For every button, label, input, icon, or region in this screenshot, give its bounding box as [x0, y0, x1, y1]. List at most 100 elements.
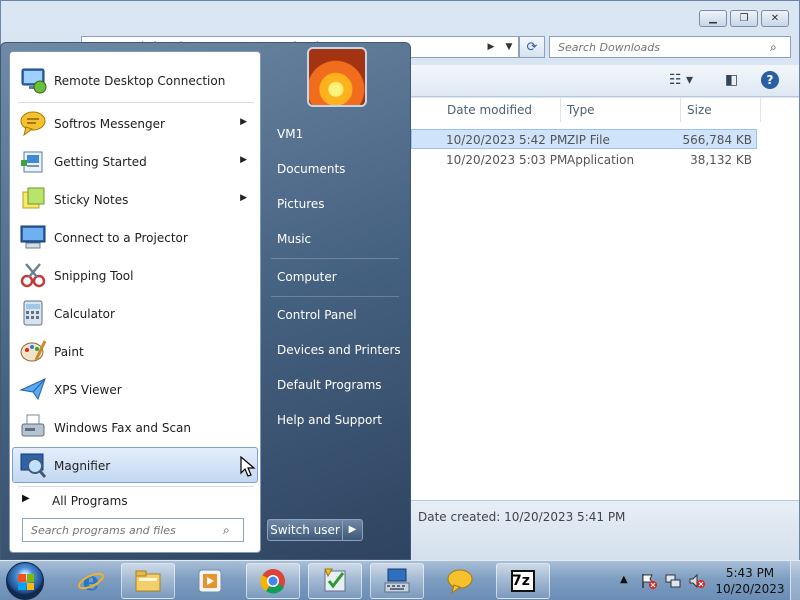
start-search-input[interactable]	[31, 523, 223, 537]
minimize-button[interactable]: ▁	[699, 10, 727, 27]
start-menu-programs-pane: Remote Desktop Connection Softros Messen…	[9, 51, 261, 553]
file-size: 38,132 KB	[690, 153, 752, 167]
chevron-right-icon: ▶	[348, 524, 357, 535]
link-user-folder[interactable]: VM1	[267, 119, 405, 149]
column-size[interactable]: Size	[681, 98, 761, 122]
all-programs-label: All Programs	[52, 494, 128, 508]
program-label: Softros Messenger	[54, 117, 165, 131]
date-created-value: 10/20/2023 5:41 PM	[504, 510, 626, 524]
mouse-cursor-icon	[240, 456, 256, 477]
messenger-icon	[17, 107, 49, 139]
date-created: Date created: 10/20/2023 5:41 PM	[418, 510, 625, 524]
program-xps-viewer[interactable]: XPS Viewer	[12, 371, 258, 407]
network-icon[interactable]	[664, 572, 682, 590]
svg-text:e: e	[83, 567, 100, 596]
taskbar-remote-keyboard[interactable]	[370, 563, 424, 599]
program-sticky-notes[interactable]: Sticky Notes ▶	[12, 181, 258, 217]
link-devices-printers[interactable]: Devices and Printers	[267, 335, 405, 365]
show-hidden-icons-icon[interactable]: ▲	[620, 574, 628, 585]
file-row[interactable]: 10/20/2023 5:03 PM Application 38,132 KB	[411, 150, 757, 170]
explorer-search-box[interactable]: ⌕	[549, 36, 791, 58]
program-label: Connect to a Projector	[54, 231, 188, 245]
link-documents[interactable]: Documents	[267, 154, 405, 184]
file-size: 566,784 KB	[682, 133, 752, 147]
chevron-right-icon: ▶	[487, 42, 495, 52]
program-paint[interactable]: Paint	[12, 333, 258, 369]
remote-keyboard-icon	[384, 568, 410, 593]
switch-user-button[interactable]: Switch user	[267, 519, 343, 541]
submenu-arrow-icon: ▶	[240, 117, 247, 127]
refresh-icon: ⟳	[526, 39, 538, 55]
window-controls: ▁ ❐ ✕	[699, 10, 789, 27]
program-label: Magnifier	[54, 459, 111, 473]
explorer-search-input[interactable]	[558, 40, 770, 54]
windows-logo-icon	[18, 574, 34, 590]
all-programs-button[interactable]: ▶ All Programs	[12, 488, 258, 514]
remote-desktop-icon	[17, 64, 49, 96]
link-computer[interactable]: Computer	[267, 262, 405, 292]
taskbar-chrome[interactable]	[246, 563, 300, 599]
refresh-button[interactable]: ⟳	[519, 36, 545, 58]
submenu-arrow-icon: ▶	[240, 193, 247, 203]
show-desktop-button[interactable]	[790, 561, 800, 600]
view-options-icon[interactable]: ☷ ▾	[669, 72, 693, 88]
column-type[interactable]: Type	[561, 98, 681, 122]
user-picture[interactable]	[307, 47, 367, 107]
taskbar-internet-explorer[interactable]: e	[64, 563, 118, 599]
program-label: Getting Started	[54, 155, 147, 169]
system-clock[interactable]: 5:43 PM 10/20/2023	[714, 565, 786, 597]
help-icon[interactable]: ?	[761, 71, 779, 89]
sticky-notes-icon	[17, 183, 49, 215]
link-help-support[interactable]: Help and Support	[267, 405, 405, 435]
action-center-flag-icon[interactable]	[640, 572, 658, 590]
internet-explorer-icon: e	[78, 567, 104, 596]
address-dropdown-icon[interactable]: ▼	[500, 42, 518, 52]
program-fax-scan[interactable]: Windows Fax and Scan	[12, 409, 258, 445]
file-type: Application	[567, 153, 635, 167]
7zip-label: 7z	[512, 573, 530, 589]
snipping-tool-icon	[17, 259, 49, 291]
xps-viewer-icon	[17, 373, 49, 405]
program-label: Calculator	[54, 307, 115, 321]
program-calculator[interactable]: Calculator	[12, 295, 258, 331]
close-button[interactable]: ✕	[761, 10, 789, 27]
program-remote-desktop[interactable]: Remote Desktop Connection	[12, 62, 258, 98]
taskbar-media-player[interactable]	[183, 563, 237, 599]
program-getting-started[interactable]: Getting Started ▶	[12, 143, 258, 179]
volume-muted-icon[interactable]	[688, 572, 706, 590]
link-control-panel[interactable]: Control Panel	[267, 300, 405, 330]
projector-icon	[17, 221, 49, 253]
paint-icon	[17, 335, 49, 367]
messenger-icon	[447, 569, 473, 595]
start-search-box[interactable]: ⌕	[22, 518, 244, 542]
shutdown-options-button[interactable]: ▶	[343, 519, 363, 541]
link-music[interactable]: Music	[267, 224, 405, 254]
file-explorer-icon	[135, 570, 161, 592]
taskbar-task-checklist[interactable]	[308, 563, 362, 599]
program-softros-messenger[interactable]: Softros Messenger ▶	[12, 105, 258, 141]
column-date-modified[interactable]: Date modified	[441, 98, 561, 122]
taskbar-file-explorer[interactable]	[121, 563, 175, 599]
divider	[18, 486, 254, 487]
getting-started-icon	[17, 145, 49, 177]
calculator-icon	[17, 297, 49, 329]
file-row[interactable]: 10/20/2023 5:42 PM ZIP File 566,784 KB	[411, 129, 757, 149]
link-default-programs[interactable]: Default Programs	[267, 370, 405, 400]
divider	[271, 258, 399, 259]
submenu-arrow-icon: ▶	[240, 155, 247, 165]
taskbar-messenger[interactable]	[433, 563, 487, 599]
program-magnifier[interactable]: Magnifier	[12, 447, 258, 483]
start-button[interactable]	[6, 562, 44, 600]
fax-scan-icon	[17, 411, 49, 443]
chrome-icon	[260, 569, 285, 594]
divider	[271, 296, 399, 297]
program-connect-projector[interactable]: Connect to a Projector	[12, 219, 258, 255]
maximize-button[interactable]: ❐	[730, 10, 758, 27]
program-label: Sticky Notes	[54, 193, 129, 207]
taskbar-7zip[interactable]: 7z	[496, 563, 550, 599]
program-snipping-tool[interactable]: Snipping Tool	[12, 257, 258, 293]
link-pictures[interactable]: Pictures	[267, 189, 405, 219]
preview-pane-icon[interactable]: ◧	[725, 72, 738, 88]
task-checklist-icon	[324, 568, 346, 592]
clock-time: 5:43 PM	[725, 566, 775, 580]
